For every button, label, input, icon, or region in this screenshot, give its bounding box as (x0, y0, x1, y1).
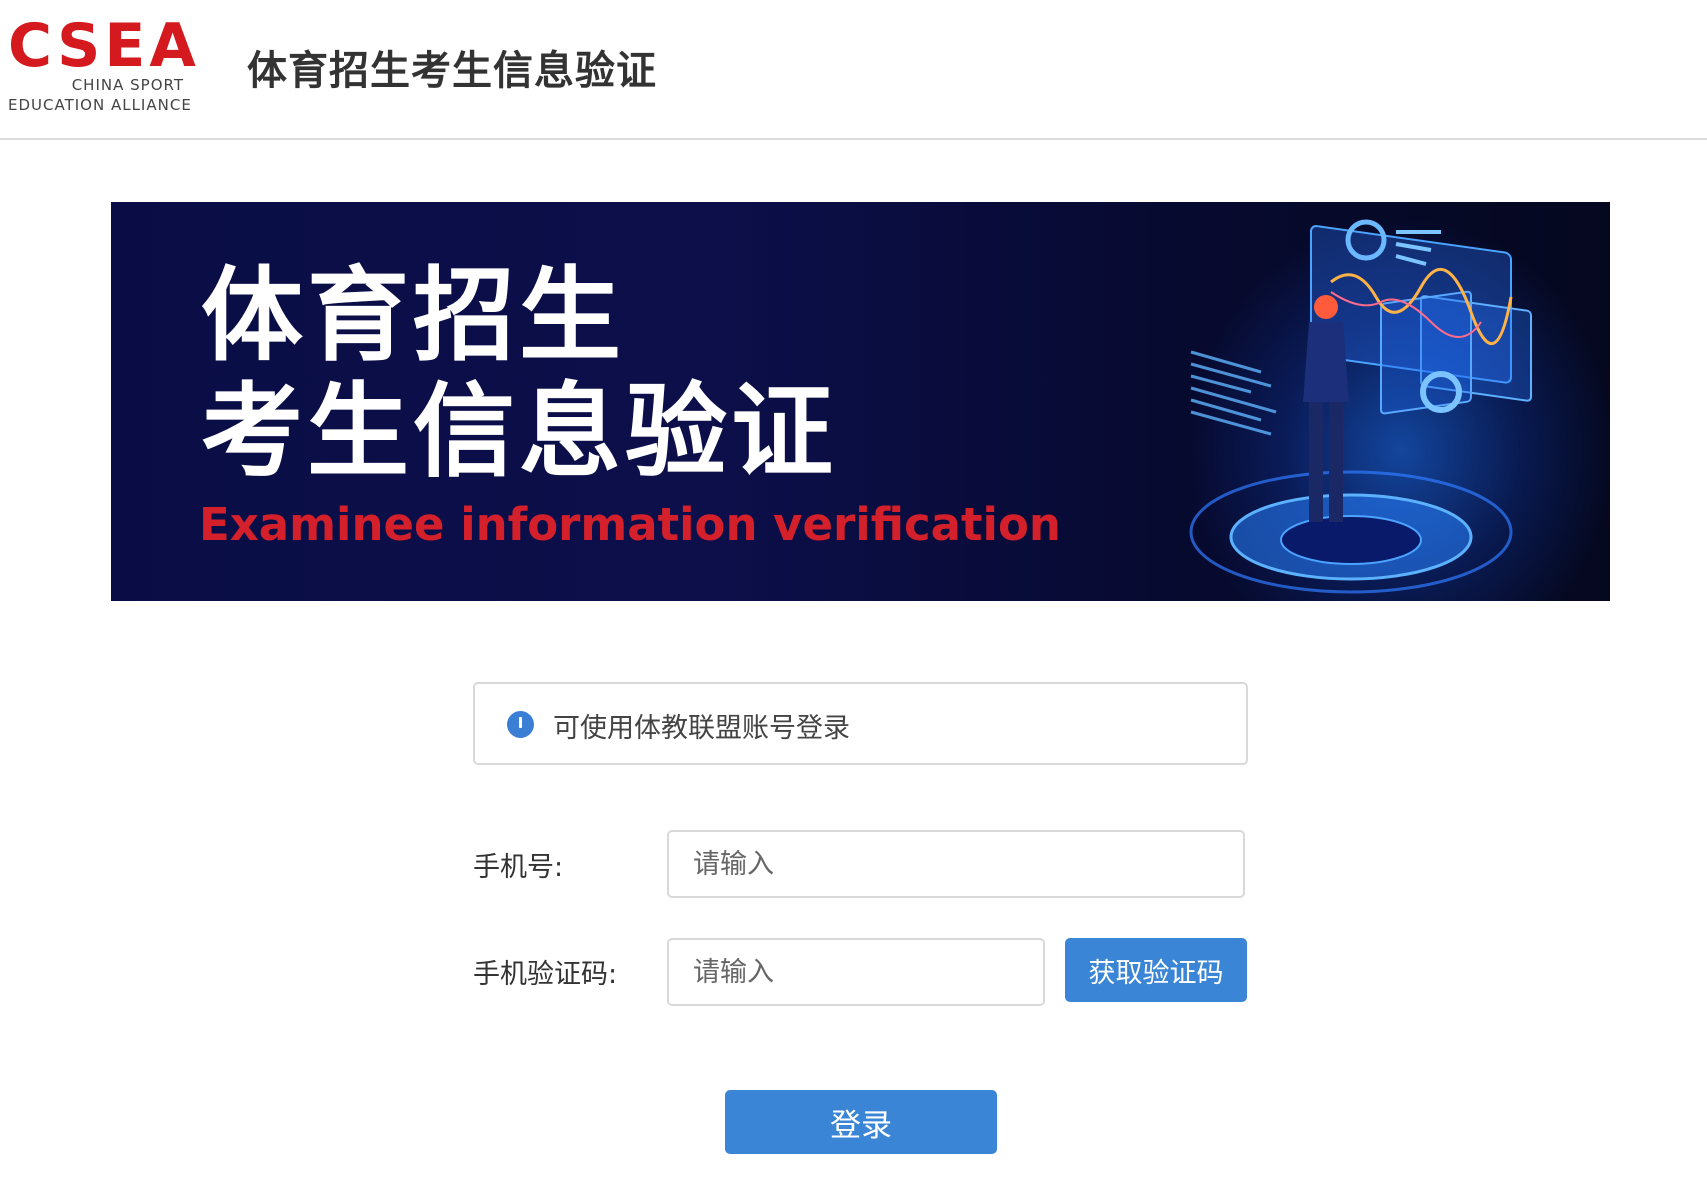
login-notice: 可使用体教联盟账号登录 (473, 682, 1248, 765)
banner-heading-line2: 考生信息验证 (201, 373, 837, 492)
info-icon (507, 711, 534, 738)
sms-code-input[interactable] (667, 938, 1045, 1006)
csea-logo[interactable]: CSEA CHINA SPORT EDUCATION ALLIANCE (8, 16, 196, 116)
page-title: 体育招生考生信息验证 (247, 48, 657, 94)
logo-subtitle-line2: EDUCATION ALLIANCE (8, 96, 192, 114)
banner-heading-line1: 体育招生 (201, 257, 625, 376)
logo-subtitle-line1: CHINA SPORT (71, 76, 184, 94)
page-header: CSEA CHINA SPORT EDUCATION ALLIANCE 体育招生… (0, 0, 1707, 140)
sms-code-label: 手机验证码: (473, 959, 618, 990)
phone-input[interactable] (667, 830, 1245, 898)
hero-banner: 体育招生 考生信息验证 Examinee information verific… (111, 202, 1610, 601)
phone-label: 手机号: (473, 852, 564, 883)
banner-english-subtitle: Examinee information verification (199, 498, 1061, 551)
get-code-button[interactable]: 获取验证码 (1065, 938, 1247, 1002)
notice-text: 可使用体教联盟账号登录 (553, 713, 850, 744)
login-button[interactable]: 登录 (725, 1090, 997, 1154)
tech-illustration (1189, 219, 1532, 594)
logo-mark: CSEA (8, 11, 200, 81)
